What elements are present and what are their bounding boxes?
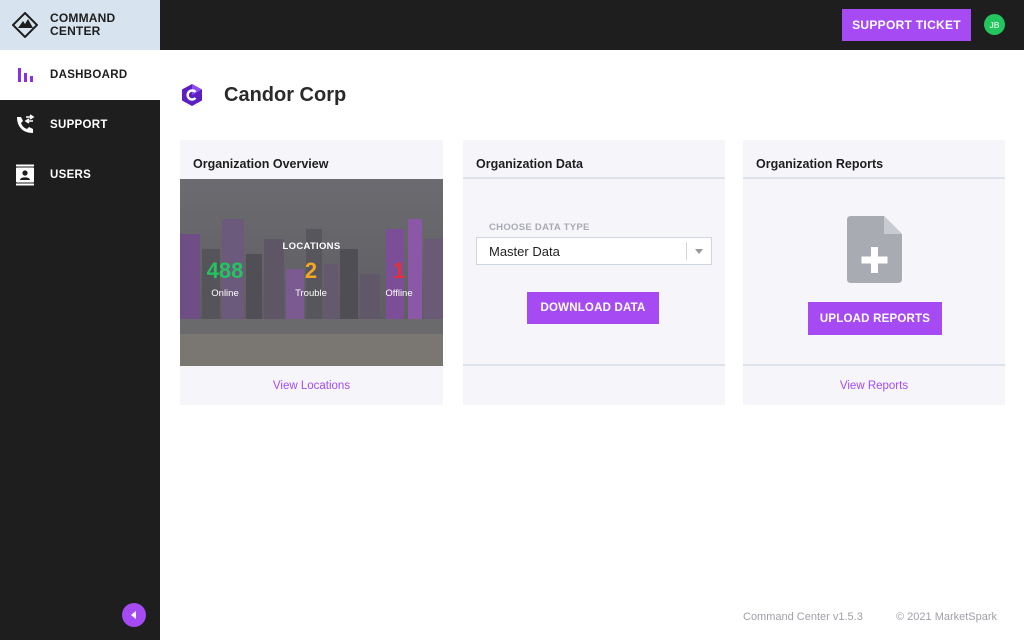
offline-count: 1 xyxy=(392,258,406,283)
stat-offline: 1 Offline xyxy=(354,258,443,299)
collapse-sidebar-button[interactable] xyxy=(122,603,146,627)
view-locations-link[interactable]: View Locations xyxy=(180,380,443,392)
brand[interactable]: COMMAND CENTER xyxy=(0,0,160,50)
contact-card-icon xyxy=(14,164,36,186)
sidebar-nav: DASHBOARD SUPPORT USERS xyxy=(0,50,160,200)
online-count: 488 xyxy=(206,258,244,283)
organization-data-card: Organization Data CHOOSE DATA TYPE Maste… xyxy=(463,140,725,405)
stat-online: 488 Online xyxy=(180,258,270,299)
locations-label: LOCATIONS xyxy=(282,241,341,252)
sidebar-item-users[interactable]: USERS xyxy=(0,150,160,200)
card-title: Organization Overview xyxy=(193,157,329,171)
sidebar-item-label: USERS xyxy=(50,169,92,181)
trouble-count: 2 xyxy=(304,258,318,283)
download-data-button[interactable]: DOWNLOAD DATA xyxy=(527,292,659,324)
sidebar-item-dashboard[interactable]: DASHBOARD xyxy=(0,50,160,100)
footer-copyright: © 2021 MarketSpark xyxy=(896,611,998,623)
data-type-label: CHOOSE DATA TYPE xyxy=(489,222,590,233)
card-divider xyxy=(743,364,1005,366)
card-divider xyxy=(463,177,725,179)
footer-version: Command Center v1.5.3 xyxy=(743,611,863,623)
phone-transfer-icon xyxy=(14,114,36,136)
brand-line-2: CENTER xyxy=(50,24,101,38)
organization-overview-card: Organization Overview LOCATIONS 488 Onli… xyxy=(180,140,443,405)
file-add-icon xyxy=(847,216,902,283)
card-title: Organization Data xyxy=(476,157,583,171)
offline-label: Offline xyxy=(385,288,413,299)
card-divider xyxy=(463,364,725,366)
org-logo-icon xyxy=(180,83,204,107)
trouble-label: Trouble xyxy=(295,288,327,299)
top-bar: SUPPORT TICKET JB xyxy=(160,0,1024,50)
organization-reports-card: Organization Reports UPLOAD REPORTS View… xyxy=(743,140,1005,405)
chevron-left-icon xyxy=(130,611,136,619)
support-ticket-button[interactable]: SUPPORT TICKET xyxy=(842,9,971,41)
avatar[interactable]: JB xyxy=(984,14,1005,35)
chevron-down-icon xyxy=(695,249,703,254)
select-separator xyxy=(686,242,687,260)
view-reports-link[interactable]: View Reports xyxy=(743,380,1005,392)
page-title: Candor Corp xyxy=(224,84,347,106)
sidebar-item-label: SUPPORT xyxy=(50,119,108,131)
select-value: Master Data xyxy=(489,244,560,259)
card-title: Organization Reports xyxy=(756,157,884,171)
brand-name: COMMAND CENTER xyxy=(50,12,115,38)
upload-reports-button[interactable]: UPLOAD REPORTS xyxy=(808,302,942,335)
sidebar-item-support[interactable]: SUPPORT xyxy=(0,100,160,150)
sidebar-item-label: DASHBOARD xyxy=(50,69,128,81)
stat-trouble: 2 Trouble xyxy=(266,258,356,299)
mountain-logo-icon xyxy=(11,11,39,39)
data-type-select[interactable]: Master Data xyxy=(476,237,712,265)
online-label: Online xyxy=(211,288,239,299)
city-skyline-image: LOCATIONS 488 Online 2 Trouble 1 Offline xyxy=(180,179,443,366)
sidebar: COMMAND CENTER DASHBOARD SUPPORT USERS xyxy=(0,0,160,640)
card-divider xyxy=(743,177,1005,179)
bar-chart-icon xyxy=(14,64,36,86)
